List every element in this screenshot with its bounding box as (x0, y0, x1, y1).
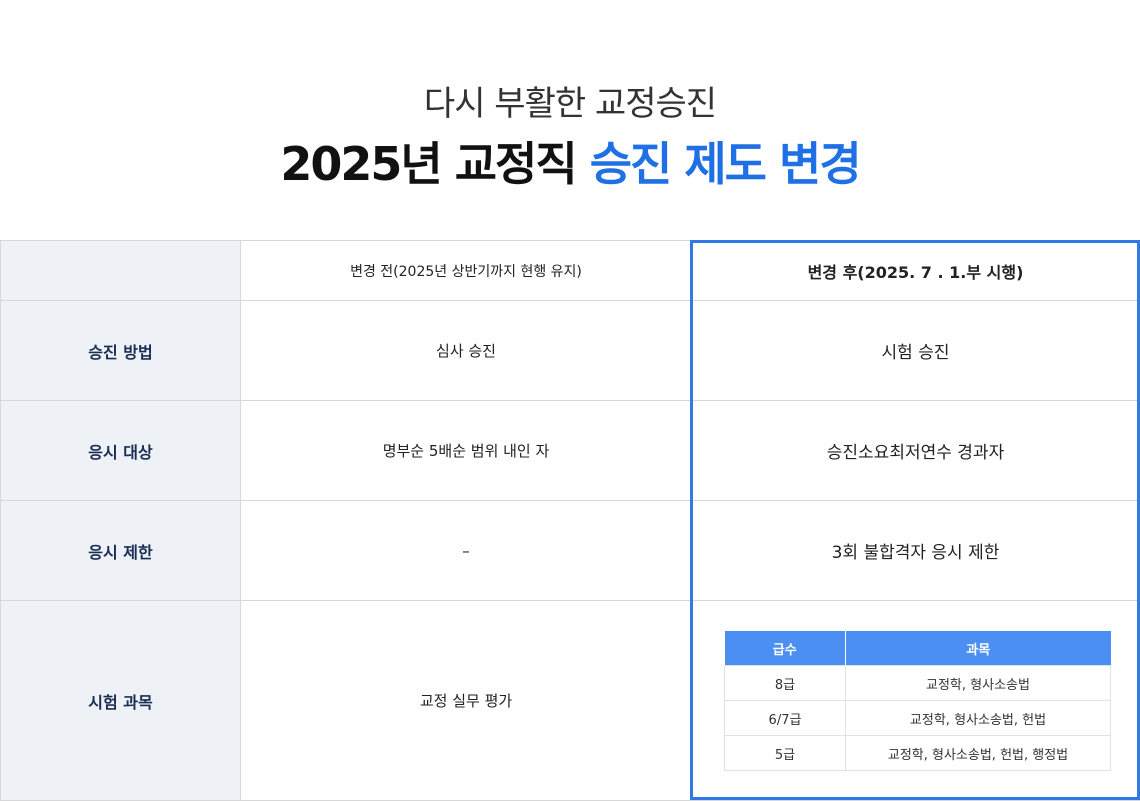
row-after-restriction: 3회 불합격자 응시 제한 (691, 501, 1140, 601)
row-after-method: 시험 승진 (691, 301, 1140, 401)
subject-cell: 교정학, 형사소송법, 헌법 (845, 700, 1111, 736)
grade-cell: 5급 (724, 735, 846, 771)
header-before-cell: 변경 전(2025년 상반기까지 현행 유지) (241, 241, 691, 301)
subjects-header-row: 급수 과목 (724, 631, 1111, 666)
title-highlight: 승진 제도 변경 (589, 137, 862, 191)
row-label-subjects: 시험 과목 (0, 601, 241, 801)
subject-cell: 교정학, 형사소송법, 헌법, 행정법 (845, 735, 1111, 771)
table-row: 5급 교정학, 형사소송법, 헌법, 행정법 (724, 735, 1111, 771)
subject-cell: 교정학, 형사소송법 (845, 665, 1111, 701)
row-label-restriction: 응시 제한 (0, 501, 241, 601)
header-label-cell (0, 241, 241, 301)
subjects-header-subject: 과목 (845, 631, 1111, 666)
row-before-method: 심사 승진 (241, 301, 691, 401)
subjects-header-grade: 급수 (724, 631, 846, 666)
table-row: 6/7급 교정학, 형사소송법, 헌법 (724, 700, 1111, 736)
title-main: 2025년 교정직 (280, 137, 590, 191)
row-label-eligibility: 응시 대상 (0, 401, 241, 501)
exam-subjects-table: 급수 과목 8급 교정학, 형사소송법 6/7급 교정학, 형사소송법, 헌법 … (724, 631, 1111, 771)
grade-cell: 6/7급 (724, 700, 846, 736)
page-subtitle: 다시 부활한 교정승진 (423, 84, 717, 124)
header-after-cell: 변경 후(2025. 7 . 1.부 시행) (691, 241, 1140, 301)
row-before-subjects: 교정 실무 평가 (241, 601, 691, 801)
table-row: 8급 교정학, 형사소송법 (724, 665, 1111, 701)
row-before-eligibility: 명부순 5배순 범위 내인 자 (241, 401, 691, 501)
row-before-restriction: – (241, 501, 691, 601)
page-title: 2025년 교정직 승진 제도 변경 (0, 128, 1140, 194)
row-label-method: 승진 방법 (0, 301, 241, 401)
row-after-eligibility: 승진소요최저연수 경과자 (691, 401, 1140, 501)
grade-cell: 8급 (724, 665, 846, 701)
